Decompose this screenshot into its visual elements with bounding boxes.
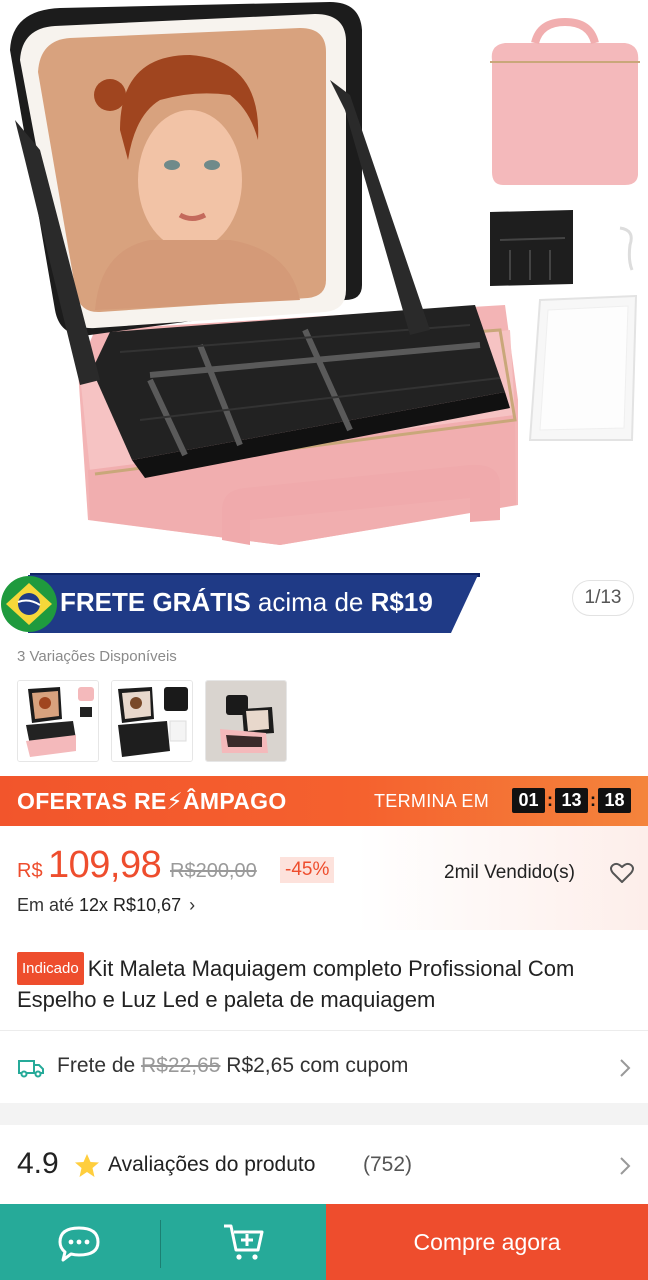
shipping-new-price: R$2,65 com cupom (220, 1054, 409, 1077)
product-title: Indicado Kit Maleta Maquiagem completo Pr… (17, 952, 627, 1014)
bottom-separator (160, 1220, 161, 1268)
variation-pink-image (18, 681, 98, 761)
chevron-right-icon: › (189, 895, 196, 915)
variation-black-set-image (206, 681, 286, 761)
buy-now-button[interactable]: Compre agora (326, 1204, 648, 1280)
chevron-right-icon (620, 1059, 631, 1077)
installment-row[interactable]: Em até 12x R$10,67 › (17, 895, 195, 916)
flash-sale-ends-label: TERMINA EM (374, 791, 490, 811)
discount-badge: -45% (280, 857, 335, 883)
bottom-action-bar: Compre agora (0, 1204, 648, 1280)
free-shipping-rest: acima de (250, 587, 371, 617)
flash-sale-title: OFERTAS RE⚡ÂMPAGO (17, 788, 287, 814)
variation-thumb-black-set[interactable] (205, 680, 287, 762)
installment-prefix: Em até (17, 895, 80, 915)
free-shipping-banner: FRETE GRÁTIS acima de R$19 (0, 573, 480, 633)
variations-section: 3 Variações Disponíveis (0, 640, 648, 776)
variation-thumbnails (17, 680, 287, 762)
product-title-text: Kit Maleta Maquiagem completo Profission… (17, 956, 575, 1012)
add-to-cart-icon[interactable] (222, 1222, 266, 1262)
rating-row[interactable]: 4.9 Avaliações do produto (752) (0, 1125, 648, 1205)
shipping-old-price: R$22,65 (141, 1054, 221, 1077)
timer-separator: : (547, 790, 553, 810)
variations-title: 3 Variações Disponíveis (17, 648, 177, 665)
product-image-gallery[interactable]: FRETE GRÁTIS acima de R$19 1/13 (0, 0, 648, 640)
shipping-text: Frete de R$22,65 R$2,65 com cupom (57, 1054, 408, 1078)
variation-black-mirror-image (112, 681, 192, 761)
timer-hours: 01 (512, 788, 545, 813)
sold-count: 2mil Vendido(s) (444, 862, 575, 883)
variation-thumb-black-mirror[interactable] (111, 680, 193, 762)
star-icon (75, 1154, 99, 1177)
divider (0, 1030, 648, 1031)
timer-separator: : (590, 790, 596, 810)
price-value: 109,98 (48, 844, 162, 886)
image-page-counter: 1/13 (572, 580, 634, 616)
chat-icon[interactable] (56, 1224, 102, 1264)
chevron-right-icon (620, 1157, 631, 1175)
product-photo (10, 2, 640, 545)
installment-value: 12x R$10,67 (79, 895, 182, 915)
rating-label: Avaliações do produto (108, 1153, 316, 1176)
timer-minutes: 13 (555, 788, 588, 813)
timer-seconds: 18 (598, 788, 631, 813)
free-shipping-text: FRETE GRÁTIS acima de R$19 (60, 587, 433, 618)
shipping-row[interactable]: Frete de R$22,65 R$2,65 com cupom (0, 1032, 648, 1102)
shipping-prefix: Frete de (57, 1054, 142, 1077)
price-currency: R$ (17, 860, 43, 882)
recommended-badge: Indicado (17, 952, 84, 985)
flash-sale-bar[interactable]: OFERTAS RE⚡ÂMPAGO TERMINA EM 01 : 13 : 1… (0, 776, 648, 826)
variation-thumb-pink[interactable] (17, 680, 99, 762)
free-shipping-bold: FRETE GRÁTIS (60, 587, 251, 617)
bottom-left-actions (0, 1204, 326, 1280)
rating-score: 4.9 (17, 1147, 59, 1180)
countdown-timer: 01 : 13 : 18 (512, 788, 631, 813)
brazil-flag-icon (1, 576, 57, 632)
original-price: R$200,00 (170, 860, 257, 882)
truck-icon (18, 1060, 44, 1078)
price-section: R$ 109,98 R$200,00 -45% 2mil Vendido(s) … (0, 826, 648, 930)
rating-count: (752) (363, 1153, 413, 1176)
section-gap (0, 1103, 648, 1125)
heart-icon[interactable] (609, 860, 635, 886)
free-shipping-amount: R$19 (370, 587, 433, 617)
